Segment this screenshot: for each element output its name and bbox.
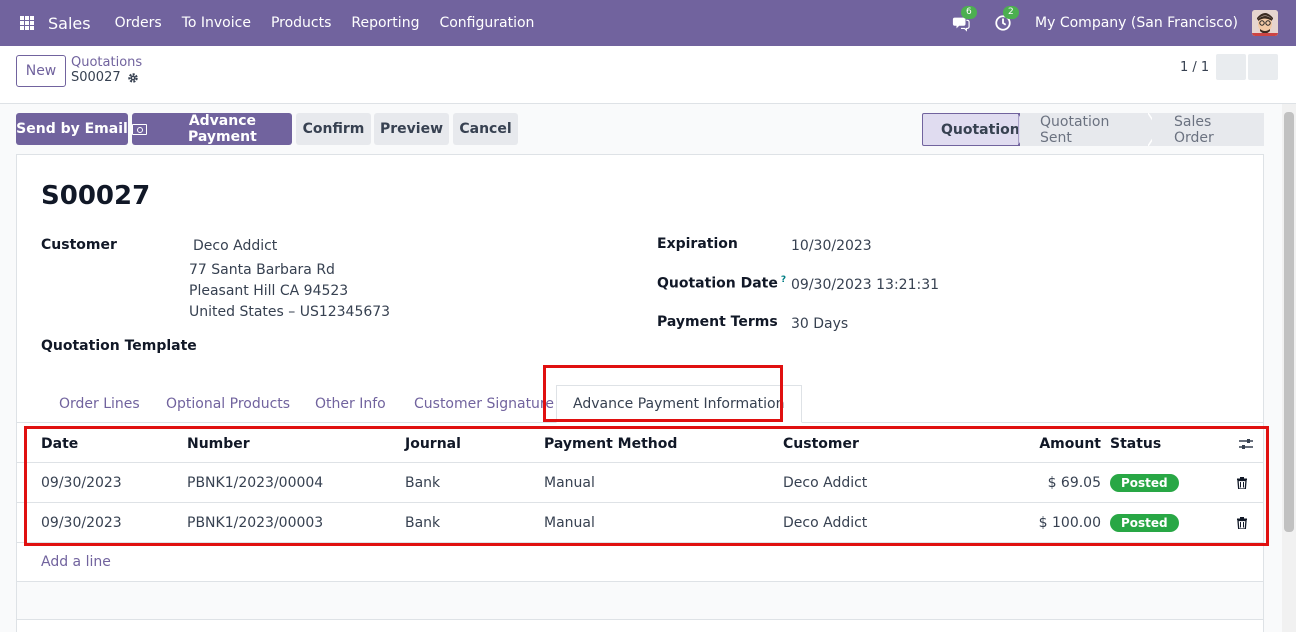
scrollbar-thumb[interactable] — [1284, 112, 1294, 532]
breadcrumb-current: S00027 — [71, 70, 142, 86]
table-footer — [17, 581, 1263, 619]
control-panel: New Quotations S00027 1 / 1 — [0, 46, 1296, 104]
quotation-template-label: Quotation Template — [41, 338, 197, 354]
cancel-button[interactable]: Cancel — [453, 113, 518, 145]
help-tooltip-icon[interactable]: ? — [781, 275, 786, 285]
divider — [17, 619, 1263, 620]
menu-orders[interactable]: Orders — [115, 15, 162, 31]
confirm-button[interactable]: Confirm — [296, 113, 371, 145]
record-title: S00027 — [41, 181, 151, 211]
new-button[interactable]: New — [16, 55, 66, 87]
gear-icon[interactable] — [127, 72, 139, 84]
pager-value[interactable]: 1 / 1 — [1180, 60, 1209, 75]
customer-field[interactable]: Deco Addict — [193, 238, 277, 254]
stage-sales-order[interactable]: Sales Order — [1152, 113, 1264, 146]
activities-clock-icon[interactable]: 2 — [993, 6, 1019, 33]
messages-badge: 6 — [961, 6, 977, 19]
add-a-line-link[interactable]: Add a line — [41, 554, 111, 570]
customer-address-line: United States – US12345673 — [189, 304, 391, 320]
main-menu: Orders To Invoice Products Reporting Con… — [115, 15, 555, 31]
quotation-date-field[interactable]: 09/30/2023 13:21:31 — [791, 277, 939, 293]
messages-icon[interactable]: 6 — [951, 6, 977, 33]
payment-terms-label: Payment Terms — [657, 314, 778, 330]
highlight-box-tab — [543, 365, 783, 422]
pager-previous-button[interactable] — [1216, 54, 1246, 80]
status-bar: Quotation Quotation Sent Sales Order — [922, 113, 1264, 146]
menu-to-invoice[interactable]: To Invoice — [182, 15, 251, 31]
page-scrollbar[interactable] — [1282, 104, 1296, 632]
advance-payment-label: Advance Payment — [188, 113, 257, 145]
payment-terms-field[interactable]: 30 Days — [791, 316, 848, 332]
send-by-email-button[interactable]: Send by Email — [16, 113, 128, 145]
breadcrumb-quotations-link[interactable]: Quotations — [71, 55, 142, 70]
stage-quotation[interactable]: Quotation — [922, 113, 1020, 146]
customer-address-line: Pleasant Hill CA 94523 — [189, 283, 349, 299]
stage-quotation-sent[interactable]: Quotation Sent — [1020, 113, 1152, 146]
company-switcher[interactable]: My Company (San Francisco) — [1035, 15, 1238, 31]
breadcrumb: Quotations S00027 — [71, 55, 142, 86]
preview-button[interactable]: Preview — [374, 113, 449, 145]
user-avatar[interactable] — [1252, 10, 1278, 36]
breadcrumb-current-label: S00027 — [71, 70, 121, 85]
apps-menu-icon[interactable] — [20, 16, 34, 30]
pager-next-button[interactable] — [1248, 54, 1278, 80]
money-icon — [132, 123, 147, 135]
menu-reporting[interactable]: Reporting — [351, 15, 419, 31]
tab-other-info[interactable]: Other Info — [315, 385, 386, 423]
highlight-box-table — [24, 426, 1269, 546]
expiration-field[interactable]: 10/30/2023 — [791, 238, 872, 254]
menu-configuration[interactable]: Configuration — [439, 15, 534, 31]
tab-customer-signature[interactable]: Customer Signature — [414, 385, 554, 423]
activities-badge: 2 — [1003, 6, 1019, 19]
tab-optional-products[interactable]: Optional Products — [166, 385, 290, 423]
customer-address-line: 77 Santa Barbara Rd — [189, 262, 335, 278]
tab-order-lines[interactable]: Order Lines — [59, 385, 140, 423]
quotation-date-label-text: Quotation Date — [657, 275, 778, 292]
advance-payment-button[interactable]: Advance Payment — [132, 113, 292, 145]
expiration-label: Expiration — [657, 236, 738, 252]
quotation-date-label: Quotation Date? — [657, 275, 786, 292]
app-name[interactable]: Sales — [48, 14, 91, 33]
menu-products[interactable]: Products — [271, 15, 331, 31]
top-navbar: Sales Orders To Invoice Products Reporti… — [0, 0, 1296, 46]
customer-label: Customer — [41, 237, 117, 253]
